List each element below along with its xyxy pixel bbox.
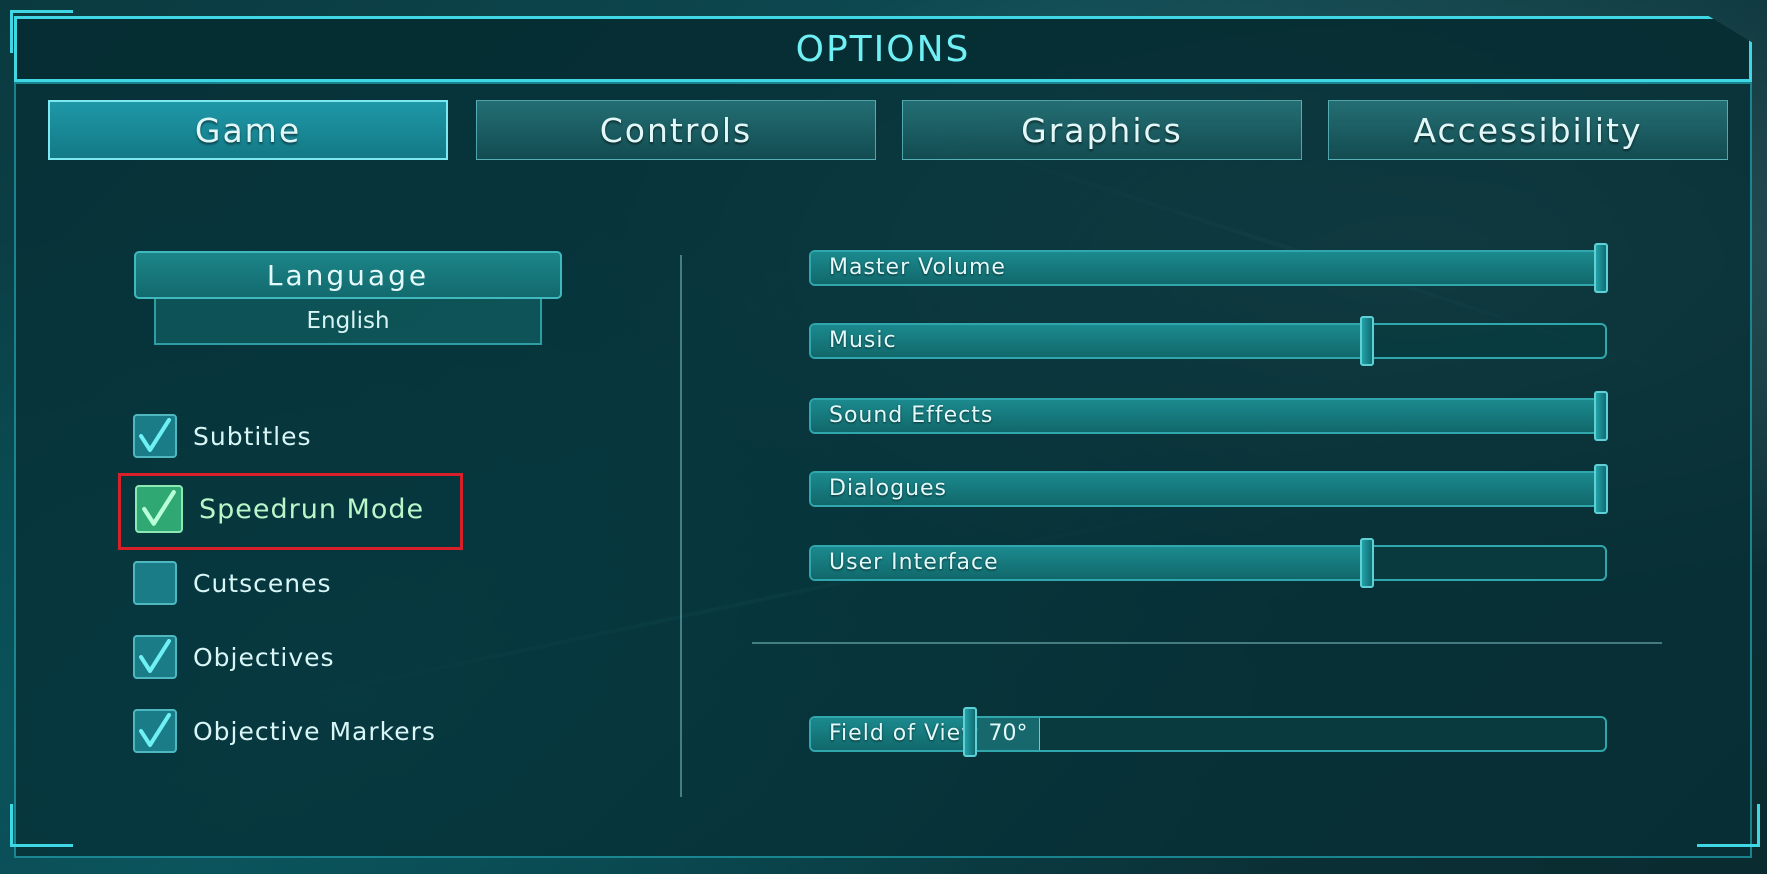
slider-label: User Interface	[829, 550, 999, 575]
fov-slider-handle[interactable]	[963, 707, 977, 757]
sound-effects-slider[interactable]: Sound Effects	[809, 391, 1608, 441]
frame-corner	[10, 10, 73, 53]
cutscenes-checkbox-row[interactable]: Cutscenes	[133, 560, 332, 606]
check-icon	[139, 639, 171, 673]
user-interface-slider[interactable]: User Interface	[809, 538, 1607, 588]
language-label: Language	[266, 258, 430, 292]
tab-label: Controls	[599, 110, 753, 150]
objectives-label: Objectives	[193, 642, 335, 672]
language-button[interactable]: Language	[134, 251, 562, 299]
dialogues-slider[interactable]: Dialogues	[809, 464, 1608, 514]
slider-label: Master Volume	[829, 255, 1006, 280]
slider-handle[interactable]	[1594, 243, 1608, 293]
slider-label: Sound Effects	[829, 403, 994, 428]
options-title-bar: OPTIONS	[14, 16, 1752, 82]
master-volume-slider[interactable]: Master Volume	[809, 243, 1608, 293]
objective-markers-label: Objective Markers	[193, 716, 436, 746]
tab-label: Game	[194, 110, 302, 150]
tab-controls[interactable]: Controls	[476, 100, 876, 160]
objectives-checkbox-row[interactable]: Objectives	[133, 634, 335, 680]
objective-markers-checkbox[interactable]	[133, 709, 177, 753]
tab-accessibility[interactable]: Accessibility	[1328, 100, 1728, 160]
cutscenes-label: Cutscenes	[193, 568, 332, 598]
fov-value: 70°	[976, 718, 1040, 750]
field-of-view-slider[interactable]: Field of View 70°	[809, 716, 1607, 752]
language-dropdown[interactable]: English	[154, 299, 542, 345]
highlight-box	[118, 473, 463, 550]
tab-game[interactable]: Game	[48, 100, 448, 160]
slider-handle[interactable]	[1594, 464, 1608, 514]
slider-label: Field of View	[829, 721, 981, 746]
music-slider[interactable]: Music	[809, 316, 1607, 366]
slider-handle[interactable]	[1594, 391, 1608, 441]
cutscenes-checkbox[interactable]	[133, 561, 177, 605]
column-divider	[680, 255, 682, 797]
section-divider	[752, 642, 1662, 644]
frame-corner	[10, 804, 73, 847]
slider-handle[interactable]	[1360, 538, 1374, 588]
check-icon	[139, 418, 171, 452]
frame-corner	[1697, 804, 1760, 847]
tab-label: Graphics	[1021, 110, 1183, 150]
subtitles-label: Subtitles	[193, 421, 312, 451]
subtitles-checkbox-row[interactable]: Subtitles	[133, 413, 312, 459]
slider-label: Dialogues	[829, 476, 948, 501]
objectives-checkbox[interactable]	[133, 635, 177, 679]
slider-handle[interactable]	[1360, 316, 1374, 366]
page-title: OPTIONS	[795, 28, 971, 70]
slider-label: Music	[829, 328, 897, 353]
tab-label: Accessibility	[1413, 110, 1643, 150]
tab-graphics[interactable]: Graphics	[902, 100, 1302, 160]
subtitles-checkbox[interactable]	[133, 414, 177, 458]
check-icon	[139, 713, 171, 747]
language-value: English	[306, 308, 390, 334]
objective-markers-checkbox-row[interactable]: Objective Markers	[133, 708, 436, 754]
